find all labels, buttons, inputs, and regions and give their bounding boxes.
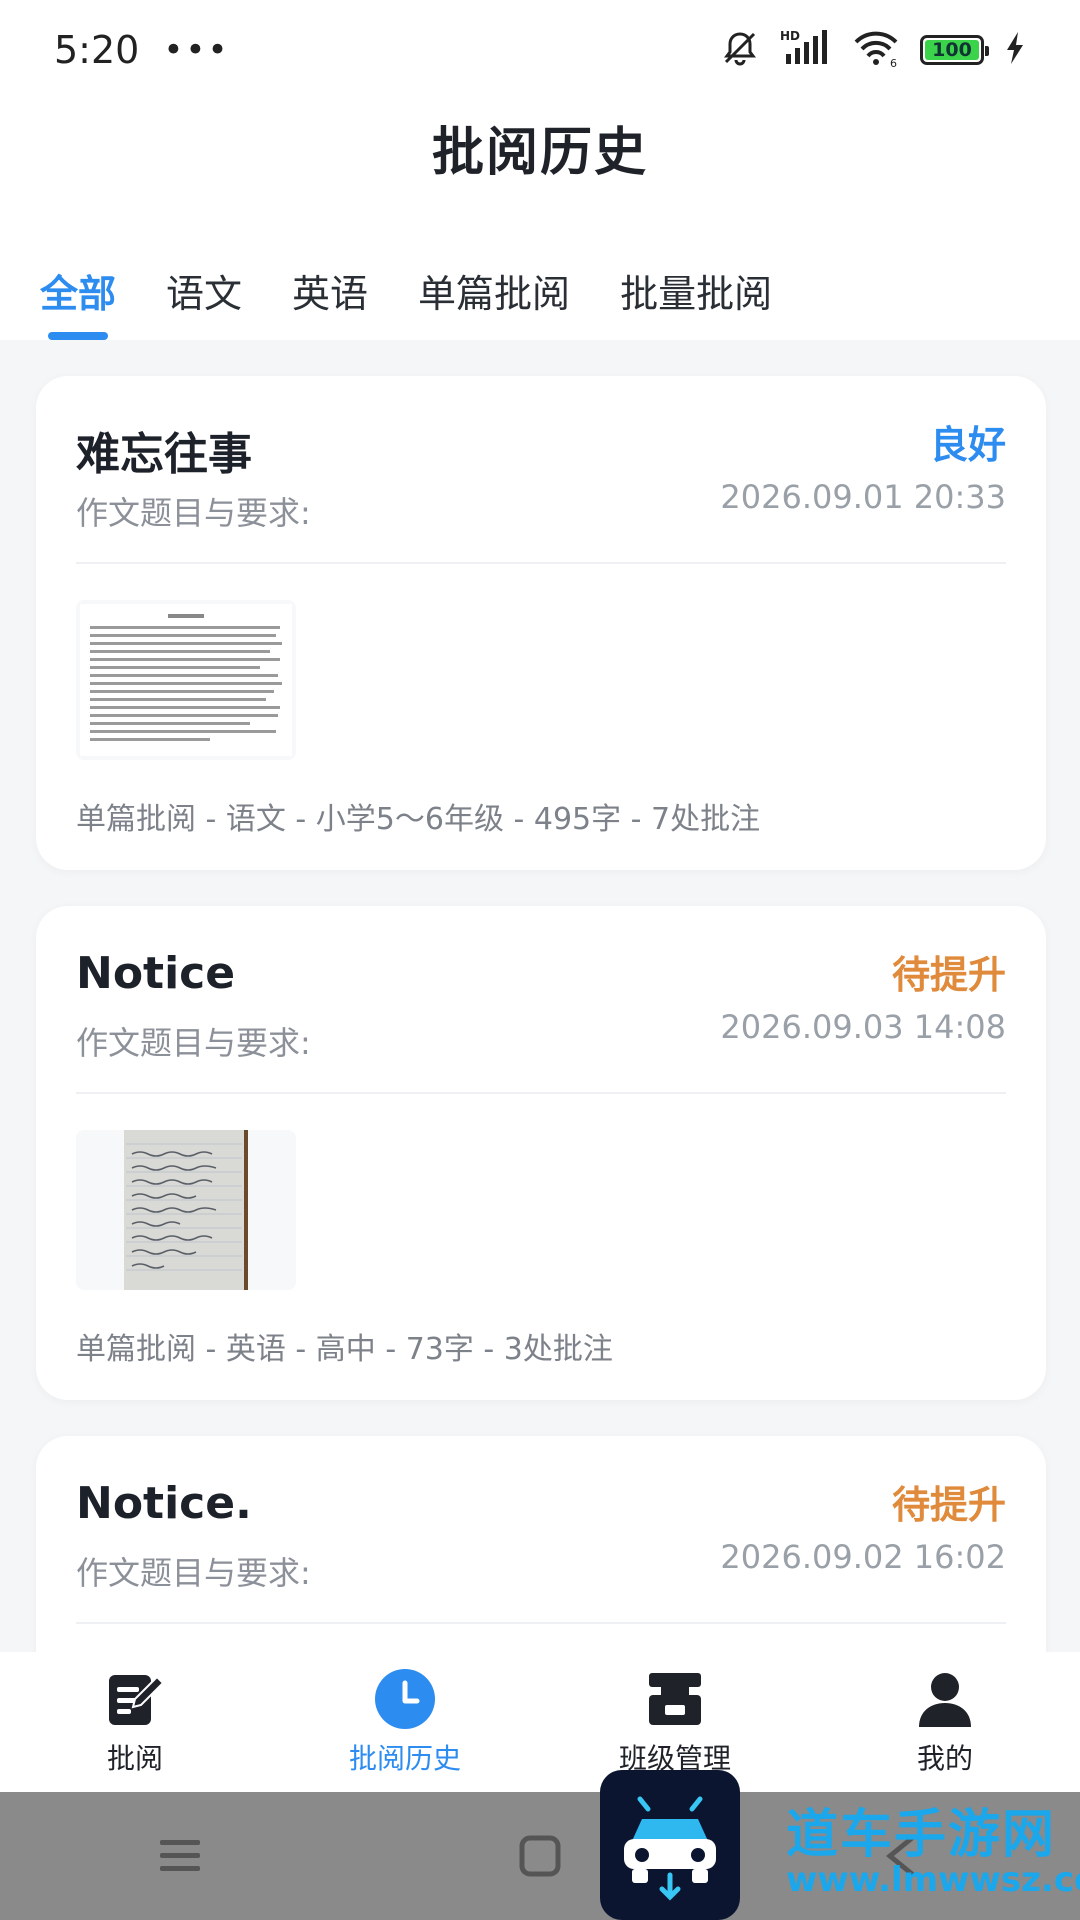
nav-class-management[interactable]: 班级管理: [540, 1667, 810, 1777]
divider: [76, 562, 1006, 564]
menu-icon[interactable]: [150, 1826, 210, 1886]
svg-text:HD: HD: [780, 29, 800, 43]
card-title: Notice: [76, 948, 236, 999]
watermark-title: 道车手游网: [786, 1805, 1057, 1865]
tab-bar: 全部 语文 英语 单篇批阅 批量批阅: [0, 240, 1080, 340]
car-logo-icon: [600, 1770, 740, 1920]
status-right: HD 6 100: [720, 28, 1026, 72]
status-left: 5:20 •••: [54, 28, 230, 72]
battery-icon: 100: [920, 35, 989, 65]
battery-level: 100: [932, 39, 972, 61]
home-icon[interactable]: [510, 1826, 570, 1886]
tab-single-review[interactable]: 单篇批阅: [418, 240, 570, 340]
clock-icon: [373, 1667, 437, 1731]
card-time: 2026.09.01 20:33: [720, 478, 1006, 516]
tab-english[interactable]: 英语: [292, 240, 368, 340]
card-subtitle: 作文题目与要求:: [76, 494, 311, 532]
class-icon: [643, 1667, 707, 1731]
status-bar: 5:20 ••• HD 6 100: [0, 0, 1080, 100]
history-card[interactable]: Notice. 待提升 作文题目与要求: 2026.09.02 16:02: [36, 1436, 1046, 1660]
nav-review[interactable]: 批阅: [0, 1667, 270, 1777]
card-subtitle: 作文题目与要求:: [76, 1024, 311, 1062]
wifi-icon: 6: [852, 28, 900, 72]
bell-off-icon: [720, 28, 760, 72]
page-title: 批阅历史: [431, 123, 648, 183]
card-title: 难忘往事: [76, 429, 252, 480]
history-card[interactable]: Notice 待提升 作文题目与要求: 2026.09.03 14:08 单篇批…: [36, 906, 1046, 1400]
tab-all[interactable]: 全部: [40, 240, 116, 340]
nav-profile[interactable]: 我的: [810, 1667, 1080, 1777]
divider: [76, 1622, 1006, 1624]
charging-icon: [1004, 30, 1026, 70]
essay-thumbnail[interactable]: [76, 600, 296, 760]
tab-batch-review[interactable]: 批量批阅: [620, 240, 772, 340]
notification-dots: •••: [163, 30, 230, 70]
nav-history-label: 批阅历史: [348, 1742, 461, 1775]
nav-history[interactable]: 批阅历史: [270, 1667, 540, 1777]
edit-document-icon: [103, 1667, 167, 1731]
card-title: Notice.: [76, 1478, 252, 1529]
grade-badge: 待提升: [891, 953, 1006, 997]
user-icon: [913, 1667, 977, 1731]
grade-badge: 待提升: [891, 1483, 1006, 1527]
history-list: 难忘往事 良好 作文题目与要求: 2026.09.01 20:33 单篇批阅 -…: [0, 340, 1080, 1660]
tab-chinese[interactable]: 语文: [166, 240, 242, 340]
svg-text:6: 6: [890, 57, 897, 68]
nav-review-label: 批阅: [106, 1742, 163, 1775]
grade-badge: 良好: [929, 423, 1006, 467]
hd-signal-icon: HD: [780, 28, 832, 72]
card-time: 2026.09.03 14:08: [720, 1008, 1006, 1046]
card-subtitle: 作文题目与要求:: [76, 1554, 311, 1592]
card-meta: 单篇批阅 - 英语 - 高中 - 73字 - 3处批注: [76, 1332, 613, 1367]
app-screen: 5:20 ••• HD 6 100 批阅历史 全部 语文 英语 单篇批阅 批量批…: [0, 0, 1080, 1920]
card-time: 2026.09.02 16:02: [720, 1538, 1006, 1576]
card-meta: 单篇批阅 - 语文 - 小学5～6年级 - 495字 - 7处批注: [76, 802, 761, 837]
divider: [76, 1092, 1006, 1094]
watermark: 道车手游网 www.lmwwsz.com: [600, 1770, 1080, 1920]
watermark-url: www.lmwwsz.com: [786, 1860, 1080, 1900]
essay-thumbnail[interactable]: [76, 1130, 296, 1290]
status-time: 5:20: [54, 28, 140, 72]
history-card[interactable]: 难忘往事 良好 作文题目与要求: 2026.09.01 20:33 单篇批阅 -…: [36, 376, 1046, 870]
